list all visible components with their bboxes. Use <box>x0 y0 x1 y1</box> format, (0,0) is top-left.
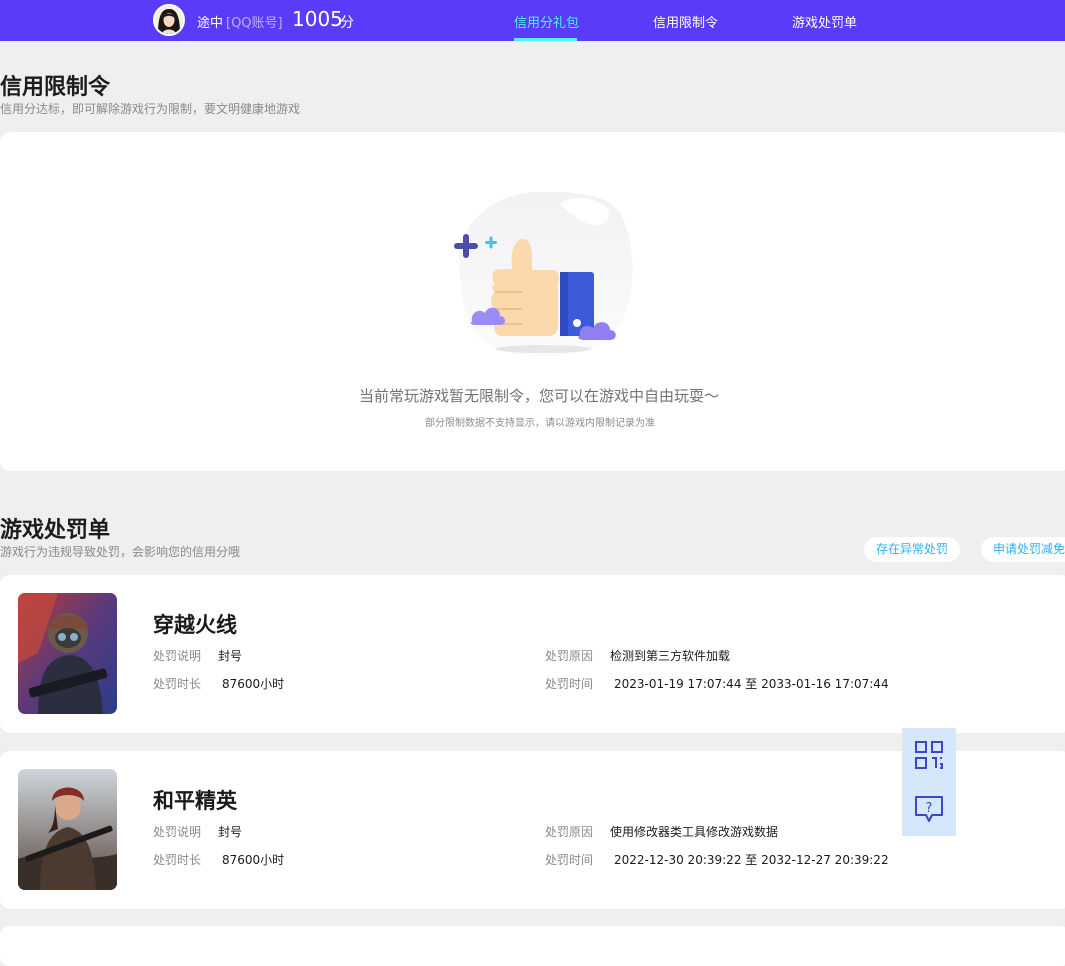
tab-credit-gift[interactable]: 信用分礼包 <box>514 12 579 31</box>
reason-value: 使用修改器类工具修改游戏数据 <box>610 825 779 839</box>
time-value: 2023-01-19 17:07:44 至 2033-01-16 17:07:4… <box>614 677 889 691</box>
time-label: 处罚时间 <box>545 853 594 867</box>
description-label: 处罚说明 <box>153 825 202 839</box>
thumbs-up-illustration <box>454 192 633 357</box>
duration-value: 87600小时 <box>222 677 285 691</box>
abnormal-penalty-button[interactable]: 存在异常处罚 <box>864 537 961 562</box>
duration-label: 处罚时长 <box>153 677 202 691</box>
credit-score-unit: 分 <box>340 15 354 31</box>
time-value: 2022-12-30 20:39:22 至 2032-12-27 20:39:2… <box>614 853 889 867</box>
reason-label: 处罚原因 <box>545 649 594 663</box>
credit-score: 1005 <box>292 7 343 31</box>
avatar[interactable] <box>153 4 185 36</box>
penalty-card <box>0 926 1065 966</box>
apply-penalty-reduction-button[interactable]: 申请处罚减免 <box>981 537 1065 562</box>
description-value: 封号 <box>218 825 243 839</box>
reason-label: 处罚原因 <box>545 825 594 839</box>
empty-state-note: 部分限制数据不支持显示，请以游戏内限制记录为准 <box>425 418 655 429</box>
restrictions-title: 信用限制令 <box>0 75 111 100</box>
duration-value: 87600小时 <box>222 853 285 867</box>
time-label: 处罚时间 <box>545 677 594 691</box>
empty-state-message: 当前常玩游戏暂无限制令，您可以在游戏中自由玩耍～ <box>358 387 719 405</box>
restrictions-card: 当前常玩游戏暂无限制令，您可以在游戏中自由玩耍～ 部分限制数据不支持显示，请以游… <box>0 132 1065 471</box>
feedback-icon: ? <box>915 796 943 822</box>
feedback-button[interactable]: ? <box>902 782 956 836</box>
restrictions-subtitle: 信用分达标，即可解除游戏行为限制，要文明健康地游戏 <box>0 102 301 116</box>
account-type-label: [QQ账号] <box>226 16 283 31</box>
description-label: 处罚说明 <box>153 649 202 663</box>
tab-penalties[interactable]: 游戏处罚单 <box>792 12 857 31</box>
qr-code-icon <box>915 741 943 769</box>
user-name: 途中 <box>197 16 224 31</box>
description-value: 封号 <box>218 649 243 663</box>
reason-value: 检测到第三方软件加载 <box>610 649 731 663</box>
duration-label: 处罚时长 <box>153 853 202 867</box>
game-thumbnail-peacekeeper-elite <box>18 769 117 890</box>
game-title: 穿越火线 <box>153 613 237 637</box>
svg-text:?: ? <box>926 801 933 816</box>
game-thumbnail-crossfire <box>18 593 117 714</box>
tab-restrictions[interactable]: 信用限制令 <box>653 12 718 31</box>
penalties-title: 游戏处罚单 <box>0 518 111 543</box>
active-tab-indicator <box>514 38 577 41</box>
penalties-subtitle: 游戏行为违规导致处罚，会影响您的信用分哦 <box>0 545 241 559</box>
game-title: 和平精英 <box>153 789 237 813</box>
qr-code-button[interactable] <box>902 728 956 782</box>
top-nav-bar: 途中 [QQ账号] 1005 分 信用分礼包 信用限制令 游戏处罚单 <box>0 0 1065 41</box>
penalty-card: 穿越火线 处罚说明 封号 处罚时长 87600小时 处罚原因 检测到第三方软件加… <box>0 575 1065 733</box>
